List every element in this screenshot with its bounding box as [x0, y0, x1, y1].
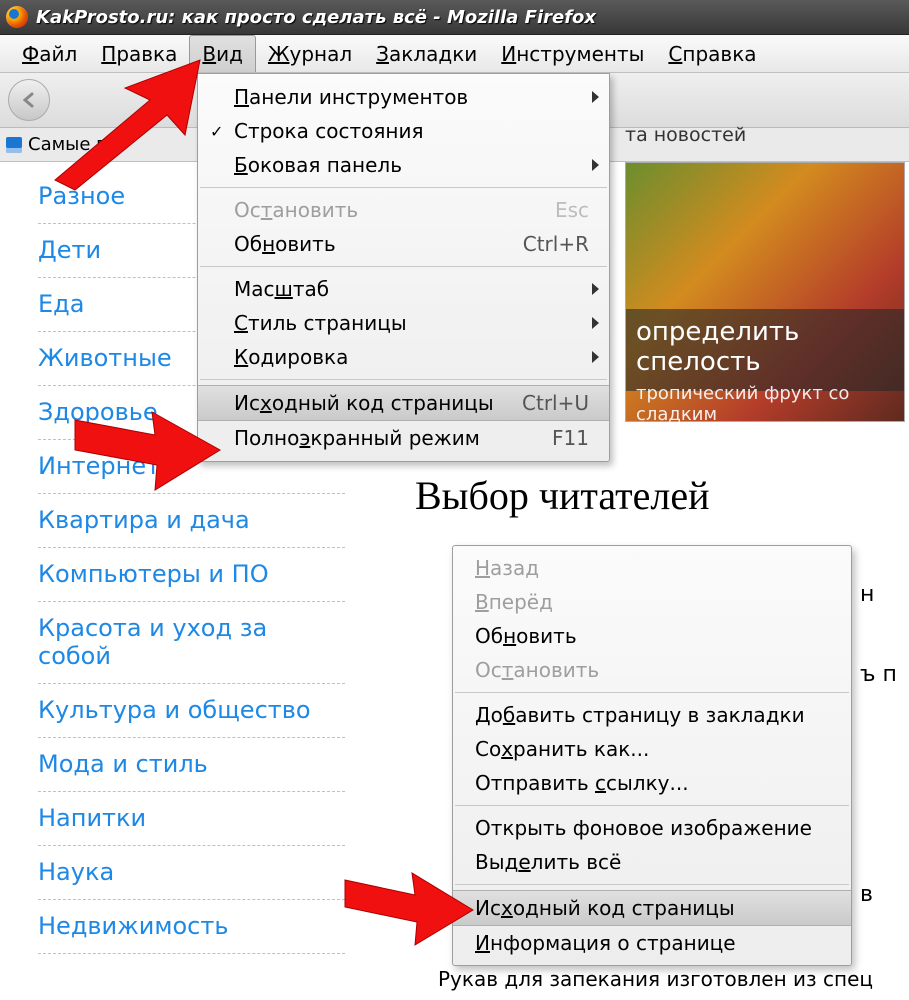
submenu-arrow-icon: [592, 317, 599, 329]
menu-separator: [455, 692, 849, 693]
context-back: Назад: [453, 551, 851, 585]
context-add-bookmark[interactable]: Добавить страницу в закладки: [453, 698, 851, 732]
menu-separator: [200, 187, 607, 188]
submenu-arrow-icon: [592, 351, 599, 363]
context-forward: Вперёд: [453, 585, 851, 619]
hero-banner[interactable]: определить спелость тропический фрукт со…: [625, 162, 905, 422]
menu-item-sidebar[interactable]: Боковая панель: [198, 148, 609, 182]
menu-item-stop: Остановить Esc: [198, 193, 609, 227]
menu-history[interactable]: Журнал: [256, 36, 364, 72]
article-fragment: н: [860, 582, 874, 607]
firefox-icon: [6, 6, 28, 28]
context-open-bg-image[interactable]: Открыть фоновое изображение: [453, 811, 851, 845]
menu-separator: [200, 379, 607, 380]
view-dropdown-menu: Панели инструментов ✓ Строка состояния Б…: [197, 73, 610, 462]
menu-item-reload[interactable]: Обновить Ctrl+R: [198, 227, 609, 261]
menu-separator: [455, 884, 849, 885]
menu-item-statusbar[interactable]: ✓ Строка состояния: [198, 114, 609, 148]
sidebar-item[interactable]: Квартира и дача: [38, 494, 345, 548]
menu-bookmarks[interactable]: Закладки: [364, 36, 489, 72]
page-context-menu: Назад Вперёд Обновить Остановить Добавит…: [452, 545, 852, 966]
hero-caption: определить спелость тропический фрукт со…: [626, 309, 904, 391]
sidebar-item[interactable]: Культура и общество: [38, 684, 345, 738]
submenu-arrow-icon: [592, 91, 599, 103]
menu-help[interactable]: Справка: [656, 36, 768, 72]
bookmark-folder-icon: [6, 137, 22, 153]
sidebar-item[interactable]: Мода и стиль: [38, 738, 345, 792]
context-send-link[interactable]: Отправить ссылку...: [453, 766, 851, 800]
section-heading: Выбор читателей: [415, 472, 709, 519]
menu-separator: [455, 805, 849, 806]
menu-file[interactable]: Файл: [10, 36, 89, 72]
window-title: KakProsto.ru: как просто сделать всё - M…: [36, 7, 596, 28]
menu-separator: [200, 266, 607, 267]
chevron-left-icon: [21, 92, 37, 108]
hero-subtitle-fragment: тропический фрукт со сладким: [636, 383, 894, 425]
menu-tools[interactable]: Инструменты: [489, 36, 656, 72]
menu-item-page-source[interactable]: Исходный код страницы Ctrl+U: [198, 385, 609, 421]
article-fragment: в: [860, 882, 873, 907]
news-tab-fragment[interactable]: та новостей: [625, 124, 905, 158]
menu-item-fullscreen[interactable]: Полноэкранный режим F11: [198, 421, 609, 455]
sidebar-item[interactable]: Наука: [38, 846, 345, 900]
context-page-source[interactable]: Исходный код страницы: [453, 890, 851, 926]
submenu-arrow-icon: [592, 159, 599, 171]
back-button[interactable]: [8, 79, 50, 121]
context-select-all[interactable]: Выделить всё: [453, 845, 851, 879]
context-reload[interactable]: Обновить: [453, 619, 851, 653]
check-icon: ✓: [210, 122, 223, 141]
menu-item-pagestyle[interactable]: Стиль страницы: [198, 306, 609, 340]
menu-item-toolbars[interactable]: Панели инструментов: [198, 80, 609, 114]
context-page-info[interactable]: Информация о странице: [453, 926, 851, 960]
sidebar-item[interactable]: Напитки: [38, 792, 345, 846]
context-save-as[interactable]: Сохранить как...: [453, 732, 851, 766]
sidebar-item[interactable]: Недвижимость: [38, 900, 345, 954]
window-titlebar: KakProsto.ru: как просто сделать всё - M…: [0, 0, 909, 35]
hero-title-fragment: определить спелость: [636, 317, 894, 377]
article-fragment: ъ п: [860, 662, 909, 687]
menu-view[interactable]: Вид: [189, 35, 256, 72]
menubar: Файл Правка Вид Журнал Закладки Инструме…: [0, 35, 909, 73]
article-footer-fragment: Рукав для запекания изготовлен из спец: [438, 967, 873, 991]
menu-item-encoding[interactable]: Кодировка: [198, 340, 609, 374]
sidebar-item[interactable]: Красота и уход за собой: [38, 602, 345, 684]
sidebar-item[interactable]: Компьютеры и ПО: [38, 548, 345, 602]
bookmark-folder-label[interactable]: Самые п: [28, 134, 108, 155]
context-stop: Остановить: [453, 653, 851, 687]
submenu-arrow-icon: [592, 283, 599, 295]
menu-edit[interactable]: Правка: [89, 36, 189, 72]
menu-item-zoom[interactable]: Масштаб: [198, 272, 609, 306]
